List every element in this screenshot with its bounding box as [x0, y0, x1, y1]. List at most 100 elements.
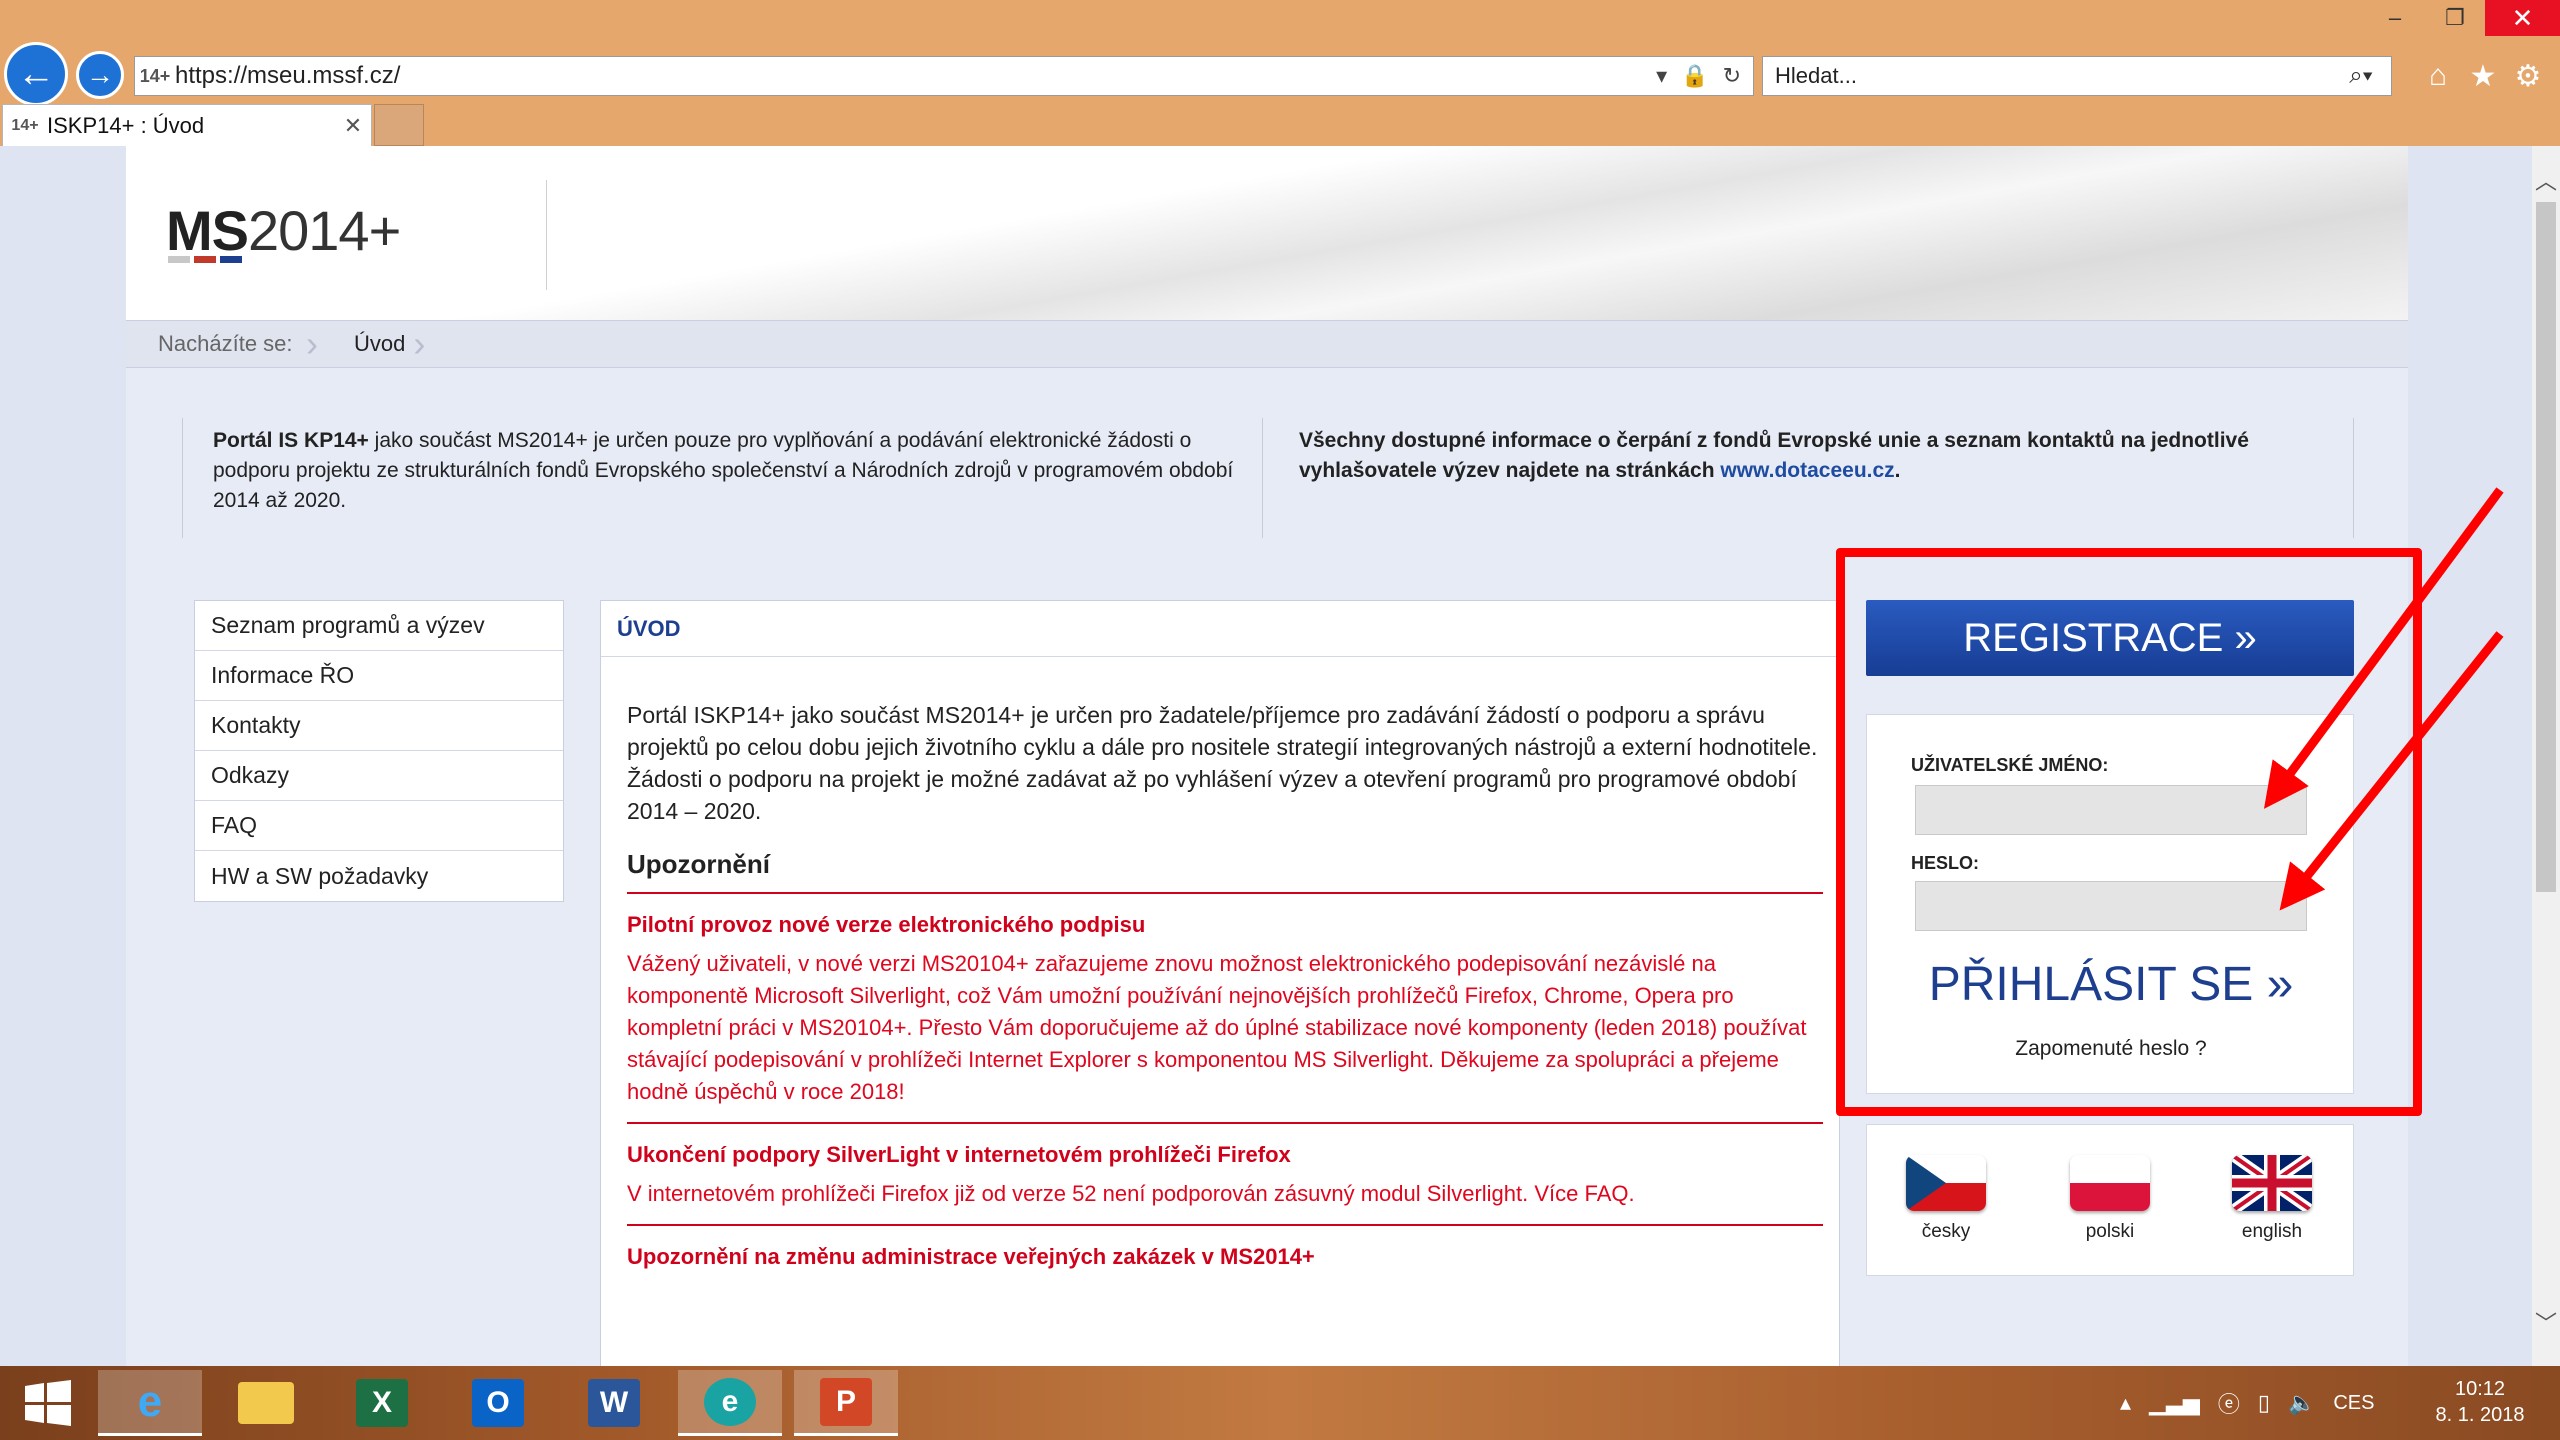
taskbar-outlook[interactable]: O — [446, 1370, 550, 1436]
menu-item-programs[interactable]: Seznam programů a výzev — [195, 601, 563, 651]
notice-heading: Upozornění — [627, 849, 1823, 894]
page-header: MS2014+ — [126, 146, 2408, 320]
file-explorer-icon — [238, 1382, 294, 1424]
main-content: ÚVOD Portál ISKP14+ jako součást MS2014+… — [600, 600, 1840, 1366]
taskbar-edge[interactable]: e — [678, 1370, 782, 1436]
outlook-icon: O — [472, 1379, 524, 1427]
back-arrow-icon: ← — [17, 52, 55, 95]
news-title[interactable]: Upozornění na změnu administrace veřejný… — [627, 1244, 1823, 1270]
close-window-button[interactable]: ✕ — [2485, 0, 2560, 36]
header-divider — [546, 180, 547, 290]
clock[interactable]: 10:12 8. 1. 2018 — [2420, 1376, 2540, 1428]
news-item: Ukončení podpory SilverLight v interneto… — [627, 1124, 1823, 1226]
news-item: Pilotní provoz nové verze elektronického… — [627, 894, 1823, 1124]
taskbar-internet-explorer[interactable]: e — [98, 1370, 202, 1436]
refresh-icon[interactable]: ↻ — [1723, 63, 1741, 89]
lock-icon[interactable]: 🔒 — [1681, 63, 1708, 89]
chevron-right-icon: › — [413, 323, 426, 364]
excel-icon: X — [356, 1379, 408, 1427]
logo-bars — [168, 256, 242, 263]
network-icon[interactable]: ▁▃▅ — [2149, 1390, 2200, 1416]
scroll-thumb[interactable] — [2536, 202, 2556, 892]
logo-bar-blue — [220, 256, 242, 263]
back-button[interactable]: ← — [4, 42, 68, 106]
breadcrumb-current[interactable]: Úvod — [326, 331, 405, 357]
language-label: polski — [2085, 1221, 2135, 1242]
clock-time: 10:12 — [2454, 1378, 2506, 1400]
intro-text-right: Všechny dostupné informace o čerpání z f… — [1262, 418, 2354, 538]
powerpoint-icon: P — [820, 1377, 872, 1426]
start-icon — [25, 1380, 71, 1426]
news-item: Upozornění na změnu administrace veřejný… — [627, 1226, 1823, 1294]
uk-flag-icon — [2232, 1155, 2312, 1211]
intro-panel: Portál IS KP14+ jako součást MS2014+ je … — [182, 418, 2354, 538]
battery-icon[interactable]: ▯ — [2258, 1390, 2270, 1416]
taskbar-file-explorer[interactable] — [214, 1370, 318, 1436]
browser-chrome: – ❐ ✕ ← → 14+ https://mseu.mssf.cz/ ▾ 🔒 … — [0, 0, 2560, 146]
browser-tab[interactable]: 14+ ISKP14+ : Úvod ✕ — [2, 104, 372, 146]
search-icon[interactable]: ⌕▾ — [2331, 62, 2391, 90]
taskbar: e X O W e P ▴ ▁▃▅ ⓔ ▯ 🔈 CES 10:12 8. 1. … — [0, 1366, 2560, 1440]
news-title[interactable]: Ukončení podpory SilverLight v interneto… — [627, 1142, 1823, 1168]
taskbar-word[interactable]: W — [562, 1370, 666, 1436]
content-intro-text: Portál ISKP14+ jako součást MS2014+ je u… — [627, 702, 1818, 824]
scroll-down-icon[interactable]: ﹀ — [2532, 1306, 2560, 1336]
menu-item-hw-sw[interactable]: HW a SW požadavky — [195, 851, 563, 901]
word-icon: W — [588, 1379, 640, 1427]
language-label: english — [2241, 1221, 2303, 1242]
taskbar-excel[interactable]: X — [330, 1370, 434, 1436]
menu-item-links[interactable]: Odkazy — [195, 751, 563, 801]
edge-tray-icon[interactable]: ⓔ — [2218, 1387, 2240, 1419]
language-label: česky — [1921, 1221, 1971, 1242]
logo-bar-grey — [168, 256, 190, 263]
side-menu: Seznam programů a výzev Informace ŘO Kon… — [194, 600, 564, 902]
close-tab-icon[interactable]: ✕ — [335, 113, 371, 139]
search-box[interactable]: Hledat... ⌕▾ — [1762, 56, 2392, 96]
scroll-up-icon[interactable]: ︿ — [2532, 164, 2560, 194]
star-icon[interactable]: ★ — [2463, 56, 2503, 96]
forward-arrow-icon: → — [86, 59, 114, 90]
news-text: V internetovém prohlížeči Firefox již od… — [627, 1181, 1635, 1206]
home-icon[interactable]: ⌂ — [2418, 56, 2458, 96]
language-option-czech[interactable]: česky — [1881, 1155, 2011, 1243]
gear-icon[interactable]: ⚙ — [2508, 56, 2548, 96]
breadcrumb-label: Nacházíte se: — [158, 331, 293, 356]
czech-flag-icon — [1906, 1155, 1986, 1211]
news-text: Vážený uživateli, v nové verzi MS20104+ … — [627, 951, 1807, 1104]
content-title: ÚVOD — [601, 601, 1839, 657]
clock-date: 8. 1. 2018 — [2435, 1404, 2525, 1426]
menu-item-faq[interactable]: FAQ — [195, 801, 563, 851]
internet-explorer-icon: e — [137, 1376, 163, 1426]
language-option-english[interactable]: english — [2207, 1155, 2337, 1243]
forward-button[interactable]: → — [76, 51, 124, 99]
polish-flag-icon — [2070, 1155, 2150, 1211]
content-body: Portál ISKP14+ jako součást MS2014+ je u… — [601, 657, 1839, 1294]
dropdown-icon[interactable]: ▾ — [1656, 63, 1667, 89]
language-switcher: česky polski english — [1866, 1124, 2354, 1276]
vertical-scrollbar[interactable]: ︿ ﹀ — [2532, 146, 2560, 1366]
address-bar[interactable]: 14+ https://mseu.mssf.cz/ ▾ 🔒 ↻ — [134, 56, 1754, 96]
address-input[interactable]: https://mseu.mssf.cz/ — [175, 62, 1656, 90]
site-favicon-icon: 14+ — [139, 65, 171, 86]
breadcrumb: Nacházíte se: › Úvod › — [126, 320, 2408, 368]
input-language[interactable]: CES — [2333, 1392, 2374, 1415]
taskbar-powerpoint[interactable]: P — [794, 1370, 898, 1436]
logo[interactable]: MS2014+ — [166, 198, 401, 263]
chevron-right-icon: › — [306, 323, 318, 364]
menu-item-info-ro[interactable]: Informace ŘO — [195, 651, 563, 701]
dotaceeu-link[interactable]: www.dotaceeu.cz — [1720, 459, 1894, 482]
minimize-button[interactable]: – — [2365, 0, 2425, 36]
new-tab-button[interactable] — [374, 104, 424, 146]
search-input[interactable]: Hledat... — [1763, 63, 2331, 89]
news-title[interactable]: Pilotní provoz nové verze elektronického… — [627, 912, 1823, 938]
menu-item-contacts[interactable]: Kontakty — [195, 701, 563, 751]
language-option-polish[interactable]: polski — [2045, 1155, 2175, 1243]
volume-icon[interactable]: 🔈 — [2288, 1390, 2315, 1416]
start-button[interactable] — [8, 1376, 88, 1430]
annotation-highlight-box — [1836, 548, 2422, 1116]
edge-icon: e — [704, 1377, 756, 1426]
maximize-button[interactable]: ❐ — [2425, 0, 2485, 36]
intro-text-left: Portál IS KP14+ jako součást MS2014+ je … — [182, 418, 1262, 538]
tab-title: ISKP14+ : Úvod — [47, 112, 205, 138]
tray-expand-icon[interactable]: ▴ — [2120, 1390, 2131, 1416]
